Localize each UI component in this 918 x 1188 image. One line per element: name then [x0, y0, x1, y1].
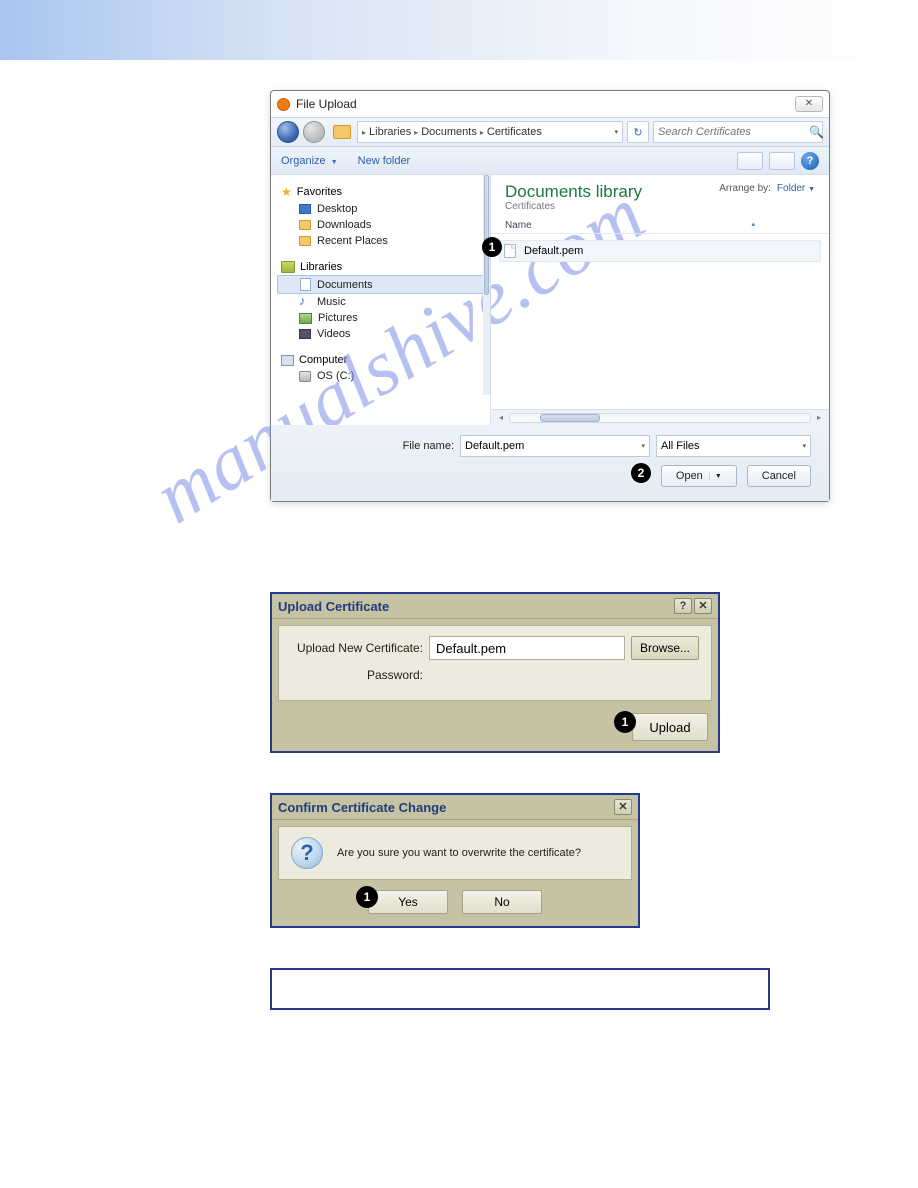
arrange-by-label: Arrange by: [719, 183, 771, 194]
arrange-by-dropdown[interactable]: Folder ▼ [777, 183, 815, 194]
tree-scrollbar[interactable] [483, 175, 491, 395]
yes-button[interactable]: Yes [368, 890, 448, 914]
chevron-down-icon[interactable]: ▼ [709, 473, 722, 480]
file-name: Default.pem [524, 245, 583, 257]
close-icon[interactable]: ✕ [614, 799, 632, 815]
library-subtitle: Certificates [505, 201, 642, 212]
new-folder-button[interactable]: New folder [358, 155, 411, 167]
view-mode-button[interactable] [737, 152, 763, 170]
nav-bar: ▸ Libraries ▸ Documents ▸ Certificates ▾… [271, 117, 829, 147]
callout-marker: 1 [614, 711, 636, 733]
dialog-title: Confirm Certificate Change [278, 800, 446, 815]
breadcrumb-item[interactable]: Libraries [369, 126, 411, 138]
callout-marker: 1 [482, 237, 502, 257]
column-name[interactable]: Name [505, 220, 532, 231]
videos-icon [299, 329, 311, 339]
preview-pane-button[interactable] [769, 152, 795, 170]
page-header-gradient [0, 0, 918, 60]
toolbar: Organize ▼ New folder ? [271, 147, 829, 175]
help-icon[interactable]: ? [674, 598, 692, 614]
close-icon[interactable]: ✕ [694, 598, 712, 614]
dialog-titlebar: File Upload ✕ [271, 91, 829, 117]
downloads-icon [299, 220, 311, 230]
nav-tree: ★ Favorites Desktop Downloads Recent Plac… [271, 175, 491, 425]
horizontal-scrollbar[interactable]: ◂ ▸ [491, 409, 829, 425]
tree-computer[interactable]: Computer [299, 354, 347, 366]
chevron-down-icon[interactable]: ▾ [641, 442, 645, 450]
sort-indicator-icon: ▴ [751, 220, 755, 231]
folder-icon [333, 125, 351, 139]
breadcrumb-item[interactable]: Certificates [487, 126, 542, 138]
info-box [270, 968, 770, 1010]
refresh-button[interactable]: ↻ [627, 121, 649, 143]
scroll-left-icon[interactable]: ◂ [499, 413, 503, 422]
firefox-icon [277, 98, 290, 111]
dialog-title: File Upload [296, 97, 357, 111]
tree-item[interactable]: Music [317, 296, 346, 308]
content-pane: Documents library Certificates Arrange b… [491, 175, 829, 425]
scroll-right-icon[interactable]: ▸ [817, 413, 821, 422]
file-upload-dialog: File Upload ✕ ▸ Libraries ▸ Documents ▸ … [270, 90, 830, 502]
tree-item[interactable]: Videos [317, 328, 350, 340]
breadcrumb[interactable]: ▸ Libraries ▸ Documents ▸ Certificates ▾ [357, 121, 623, 143]
organize-menu[interactable]: Organize ▼ [281, 155, 338, 167]
desktop-icon [299, 204, 311, 214]
computer-icon [281, 355, 294, 366]
tree-libraries[interactable]: Libraries [300, 261, 342, 273]
tree-favorites[interactable]: Favorites [297, 186, 342, 198]
dialog-title: Upload Certificate [278, 599, 389, 614]
tree-item[interactable]: Desktop [317, 203, 357, 215]
chevron-down-icon: ▼ [331, 159, 338, 166]
chevron-down-icon: ▼ [808, 186, 815, 193]
recent-places-icon [299, 236, 311, 246]
password-label: Password: [291, 668, 429, 682]
help-icon[interactable]: ? [801, 152, 819, 170]
file-icon [504, 244, 516, 258]
confirm-certificate-change-dialog: Confirm Certificate Change ✕ ? Are you s… [270, 793, 640, 928]
search-input[interactable] [654, 126, 805, 138]
chevron-right-icon: ▸ [414, 128, 418, 137]
star-icon: ★ [281, 185, 292, 199]
forward-button [303, 121, 325, 143]
chevron-right-icon: ▸ [362, 128, 366, 137]
search-box[interactable]: 🔍 [653, 121, 823, 143]
callout-marker: 1 [356, 886, 378, 908]
libraries-icon [281, 261, 295, 273]
upload-button[interactable]: Upload [632, 713, 708, 741]
music-icon: ♪ [299, 296, 311, 308]
cancel-button[interactable]: Cancel [747, 465, 811, 487]
no-button[interactable]: No [462, 890, 542, 914]
certificate-file-field[interactable] [429, 636, 625, 660]
tree-item[interactable]: Recent Places [317, 235, 388, 247]
tree-item[interactable]: Pictures [318, 312, 358, 324]
filetype-dropdown[interactable]: All Files ▾ [656, 435, 811, 457]
tree-item[interactable]: Documents [317, 279, 373, 291]
search-icon[interactable]: 🔍 [805, 125, 828, 139]
breadcrumb-item[interactable]: Documents [421, 126, 477, 138]
callout-marker: 2 [631, 463, 651, 483]
tree-item[interactable]: OS (C:) [317, 370, 354, 382]
library-title: Documents library [505, 183, 642, 201]
file-row[interactable]: 1 Default.pem [499, 240, 821, 262]
upload-new-cert-label: Upload New Certificate: [291, 641, 429, 655]
filename-label: File name: [403, 440, 454, 452]
documents-icon [300, 278, 311, 291]
upload-certificate-dialog: Upload Certificate ? ✕ Upload New Certif… [270, 592, 720, 753]
chevron-down-icon[interactable]: ▾ [614, 128, 618, 136]
disk-icon [299, 371, 311, 382]
pictures-icon [299, 313, 312, 324]
dialog-footer: File name: Default.pem ▾ All Files ▾ 2 O… [271, 425, 829, 501]
back-button[interactable] [277, 121, 299, 143]
close-icon[interactable]: ✕ [795, 96, 823, 112]
open-button[interactable]: Open▼ [661, 465, 737, 487]
chevron-down-icon: ▾ [802, 442, 806, 450]
tree-item[interactable]: Downloads [317, 219, 371, 231]
chevron-right-icon: ▸ [480, 128, 484, 137]
browse-button[interactable]: Browse... [631, 636, 699, 660]
filename-field[interactable]: Default.pem [465, 440, 524, 452]
confirm-message: Are you sure you want to overwrite the c… [337, 847, 581, 859]
question-icon: ? [291, 837, 323, 869]
